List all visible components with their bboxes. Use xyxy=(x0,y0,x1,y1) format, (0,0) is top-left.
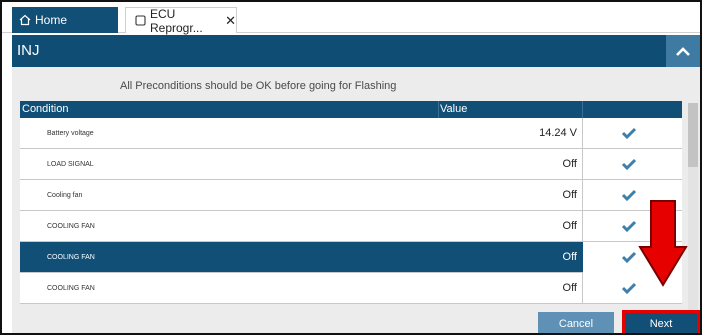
app-window: Home ECU Reprogr... ✕ INJ All Preconditi… xyxy=(0,0,702,335)
cell-divider xyxy=(582,211,583,242)
check-icon xyxy=(621,251,637,265)
tab-ecu-label: ECU Reprogr... xyxy=(150,6,203,35)
tab-home-label: Home xyxy=(35,13,68,27)
row-condition: LOAD SIGNAL xyxy=(47,161,94,168)
column-divider xyxy=(438,101,439,118)
home-icon xyxy=(19,14,31,26)
precondition-notice: All Preconditions should be OK before go… xyxy=(120,80,397,92)
column-condition: Condition xyxy=(22,103,69,115)
table-row[interactable]: COOLING FAN Off xyxy=(20,211,682,242)
row-value: Off xyxy=(562,251,577,263)
row-value: Off xyxy=(562,189,577,201)
check-icon xyxy=(621,127,637,141)
row-condition: COOLING FAN xyxy=(47,285,95,292)
cell-divider xyxy=(582,273,583,304)
row-value: Off xyxy=(562,220,577,232)
main-content: All Preconditions should be OK before go… xyxy=(12,67,700,333)
tab-ecu-reprogramming[interactable]: ECU Reprogr... ✕ xyxy=(125,6,237,35)
row-condition: COOLING FAN xyxy=(47,254,95,261)
precondition-table: Condition Value Battery voltage 14.24 V … xyxy=(20,101,682,304)
cell-divider xyxy=(582,180,583,211)
check-icon xyxy=(621,189,637,203)
table-row[interactable]: Battery voltage 14.24 V xyxy=(20,118,682,149)
check-icon xyxy=(621,158,637,172)
column-divider xyxy=(582,101,583,118)
row-condition: COOLING FAN xyxy=(47,223,95,230)
cancel-button[interactable]: Cancel xyxy=(538,312,614,333)
scrollbar-thumb[interactable] xyxy=(688,103,698,167)
tab-home[interactable]: Home xyxy=(12,7,118,33)
cell-divider xyxy=(582,149,583,180)
table-row[interactable]: Cooling fan Off xyxy=(20,180,682,211)
row-condition: Battery voltage xyxy=(47,130,94,137)
cell-divider xyxy=(582,118,583,149)
page-title: INJ xyxy=(17,42,40,59)
chevron-up-icon xyxy=(676,47,690,56)
row-value: 14.24 V xyxy=(539,127,577,139)
close-icon[interactable]: ✕ xyxy=(225,13,236,29)
collapse-button[interactable] xyxy=(666,35,700,67)
table-row[interactable]: COOLING FAN Off xyxy=(20,273,682,304)
check-icon xyxy=(621,220,637,234)
table-header: Condition Value xyxy=(20,101,682,118)
row-condition: Cooling fan xyxy=(47,192,83,199)
table-row-selected[interactable]: COOLING FAN Off xyxy=(20,242,682,273)
column-value: Value xyxy=(440,103,468,115)
table-row[interactable]: LOAD SIGNAL Off xyxy=(20,149,682,180)
check-icon xyxy=(621,282,637,296)
row-value: Off xyxy=(562,158,577,170)
window-icon xyxy=(135,15,146,26)
vertical-scrollbar[interactable] xyxy=(688,103,698,333)
section-header: INJ xyxy=(12,35,700,67)
tab-bar: Home ECU Reprogr... ✕ xyxy=(2,2,700,35)
next-button[interactable]: Next xyxy=(622,310,700,333)
row-value: Off xyxy=(562,282,577,294)
down-arrow-annotation-icon xyxy=(638,200,688,287)
